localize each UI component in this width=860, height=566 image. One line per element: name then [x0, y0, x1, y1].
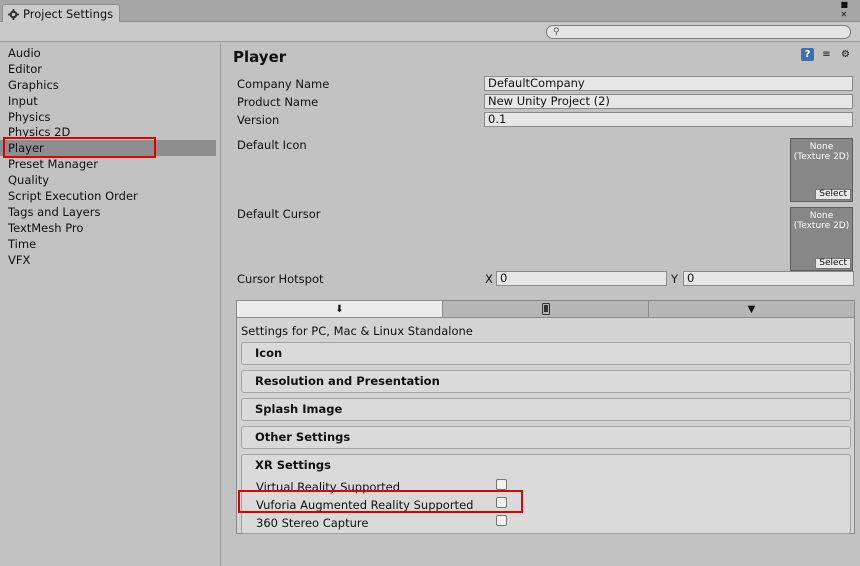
texture-none-text: None: [809, 211, 834, 221]
platform-settings-panel: Settings for PC, Mac & Linux Standalone …: [236, 318, 855, 534]
android-icon: ▼: [747, 303, 756, 315]
texture-type-text: (Texture 2D): [793, 221, 850, 231]
pc-standalone-icon: ⬇: [335, 303, 344, 315]
tab-title: Project Settings: [23, 7, 114, 21]
sidebar-item-player[interactable]: Player: [0, 140, 216, 157]
company-name-label: Company Name: [237, 77, 330, 91]
company-name-field[interactable]: DefaultCompany: [484, 76, 853, 91]
gear-icon: [8, 8, 19, 20]
hotspot-y-label: Y: [671, 272, 679, 286]
menu-icon[interactable]: ■: [840, 0, 848, 9]
section-other-settings[interactable]: Other Settings: [241, 426, 851, 449]
xr-option-360-stereo: 360 Stereo Capture: [256, 516, 369, 530]
header-icons: ? ≡ ⚙: [801, 48, 852, 61]
close-icon[interactable]: ✕: [840, 10, 848, 19]
sidebar-item-audio[interactable]: Audio: [0, 45, 220, 61]
xr-settings-title[interactable]: XR Settings: [255, 458, 331, 472]
hotspot-y-field[interactable]: 0: [683, 271, 854, 286]
section-resolution-and-presentation[interactable]: Resolution and Presentation: [241, 370, 851, 393]
sidebar: Audio Editor Graphics Input Physics Phys…: [0, 43, 221, 566]
window-buttons: ■ ✕: [840, 0, 848, 19]
default-icon-select-button[interactable]: Select: [815, 189, 851, 200]
virtual-reality-checkbox[interactable]: [496, 479, 507, 490]
hotspot-x-label: X: [485, 272, 493, 286]
mobile-icon: [541, 303, 550, 315]
settings-for-label: Settings for PC, Mac & Linux Standalone: [241, 324, 473, 338]
search-field[interactable]: ⚲: [546, 25, 851, 39]
tab-mobile[interactable]: [443, 301, 649, 317]
sidebar-item-preset-manager[interactable]: Preset Manager: [0, 156, 220, 172]
sidebar-item-time[interactable]: Time: [0, 236, 220, 252]
tab-pc-standalone[interactable]: ⬇: [237, 301, 443, 317]
texture-none-text: None: [809, 142, 834, 152]
hotspot-x-field[interactable]: 0: [496, 271, 667, 286]
sidebar-item-physics[interactable]: Physics: [0, 109, 220, 125]
version-field[interactable]: 0.1: [484, 112, 853, 127]
texture-type-text: (Texture 2D): [793, 152, 850, 162]
sidebar-item-graphics[interactable]: Graphics: [0, 77, 220, 93]
title-bar: Project Settings ■ ✕: [0, 0, 860, 23]
default-cursor-select-button[interactable]: Select: [815, 258, 851, 269]
preset-icon[interactable]: ≡: [820, 48, 833, 61]
sidebar-item-textmesh-pro[interactable]: TextMesh Pro: [0, 220, 220, 236]
player-settings-panel: Player ? ≡ ⚙ Company Name DefaultCompany…: [222, 43, 860, 566]
sidebar-item-quality[interactable]: Quality: [0, 172, 220, 188]
sidebar-item-script-execution-order[interactable]: Script Execution Order: [0, 188, 220, 204]
default-icon-texture-slot[interactable]: None (Texture 2D) Select: [790, 138, 853, 202]
section-splash-image[interactable]: Splash Image: [241, 398, 851, 421]
vuforia-checkbox[interactable]: [496, 497, 507, 508]
sidebar-item-vfx[interactable]: VFX: [0, 252, 220, 268]
sidebar-item-tags-and-layers[interactable]: Tags and Layers: [0, 204, 220, 220]
section-xr-settings: XR Settings Virtual Reality Supported Vu…: [241, 454, 851, 534]
project-settings-tab[interactable]: Project Settings: [2, 4, 120, 23]
settings-gear-icon[interactable]: ⚙: [839, 48, 852, 61]
default-cursor-label: Default Cursor: [237, 207, 321, 221]
platform-tabs: ⬇ ▼: [236, 300, 855, 318]
cursor-hotspot-label: Cursor Hotspot: [237, 272, 324, 286]
help-icon[interactable]: ?: [801, 48, 814, 61]
section-icon[interactable]: Icon: [241, 342, 851, 365]
sidebar-item-editor[interactable]: Editor: [0, 61, 220, 77]
stereo-capture-checkbox[interactable]: [496, 515, 507, 526]
search-icon: ⚲: [553, 27, 560, 37]
tab-android[interactable]: ▼: [649, 301, 854, 317]
page-title: Player: [233, 48, 287, 66]
product-name-field[interactable]: New Unity Project (2): [484, 94, 853, 109]
sidebar-item-physics-2d[interactable]: Physics 2D: [0, 124, 220, 140]
default-cursor-texture-slot[interactable]: None (Texture 2D) Select: [790, 207, 853, 271]
version-label: Version: [237, 113, 280, 127]
toolbar: ⚲: [0, 22, 860, 42]
product-name-label: Product Name: [237, 95, 319, 109]
default-icon-label: Default Icon: [237, 138, 307, 152]
sidebar-item-input[interactable]: Input: [0, 93, 220, 109]
